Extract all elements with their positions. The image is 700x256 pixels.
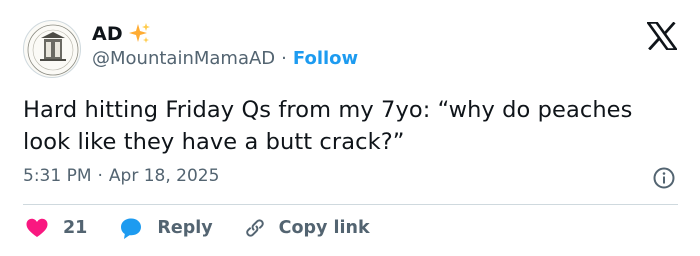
tweet-time[interactable]: 5:31 PM [23,166,92,186]
copy-link-button[interactable]: Copy link [243,216,370,240]
heart-icon [26,218,48,237]
author-handle[interactable]: @MountainMamaAD [92,48,275,69]
sparkles-emoji [127,22,151,46]
tweet-date[interactable]: Apr 18, 2025 [109,166,220,186]
tweet-timestamp-row[interactable]: 5:31 PM · Apr 18, 2025 [23,166,219,186]
speech-bubble-icon [121,218,142,239]
tweet-text: Hard hitting Friday Qs from my 7yo: “why… [23,97,633,155]
info-icon[interactable] [652,166,676,190]
separator-dot: · [281,48,287,69]
copy-link-label: Copy link [278,218,370,238]
divider [23,204,678,205]
author-handle-row: @MountainMamaAD · Follow [92,48,358,69]
separator-dot: · [97,166,103,186]
follow-button[interactable]: Follow [293,48,358,69]
author-name-row: AD [92,22,151,46]
author-name[interactable]: AD [92,23,123,45]
x-logo-icon[interactable] [645,21,679,51]
reply-label: Reply [157,218,213,238]
like-count: 21 [63,218,88,238]
avatar-logo-icon [27,24,79,76]
reply-button[interactable]: Reply [119,216,213,240]
link-icon [245,219,264,237]
action-bar: 21 Reply Copy link [25,216,370,240]
avatar[interactable] [23,20,81,78]
like-button[interactable]: 21 [25,216,87,240]
